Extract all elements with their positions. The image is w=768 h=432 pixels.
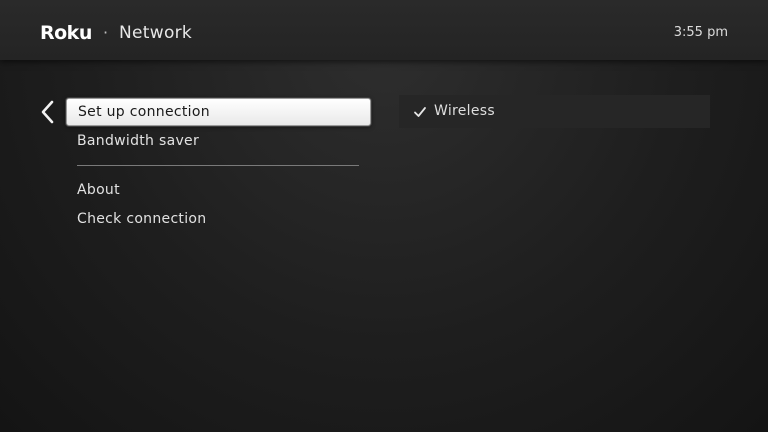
menu-item-label: About bbox=[77, 182, 120, 198]
checkmark-icon bbox=[414, 107, 426, 117]
clock: 3:55 pm bbox=[673, 25, 728, 40]
menu-item-label: Check connection bbox=[77, 211, 207, 227]
menu-divider bbox=[77, 165, 359, 166]
chevron-left-icon bbox=[41, 100, 54, 124]
top-bar: Roku · Network 3:55 pm bbox=[0, 0, 768, 60]
menu-item-label: Set up connection bbox=[78, 104, 210, 120]
back-button[interactable] bbox=[38, 100, 58, 124]
roku-logo: Roku bbox=[40, 22, 92, 44]
page-title: Network bbox=[119, 23, 193, 43]
menu-item-bandwidth-saver[interactable]: Bandwidth saver bbox=[66, 127, 371, 155]
menu-item-about[interactable]: About bbox=[66, 176, 371, 204]
network-menu: Set up connection Bandwidth saver About … bbox=[66, 98, 371, 234]
menu-item-check-connection[interactable]: Check connection bbox=[66, 205, 371, 233]
connection-type-option-wireless[interactable]: Wireless bbox=[399, 95, 710, 128]
menu-item-label: Bandwidth saver bbox=[77, 133, 200, 149]
option-label: Wireless bbox=[434, 103, 495, 119]
title-separator: · bbox=[103, 23, 109, 42]
menu-item-set-up-connection[interactable]: Set up connection bbox=[66, 98, 371, 126]
roku-network-screen: Roku · Network 3:55 pm Set up connection… bbox=[0, 0, 768, 432]
